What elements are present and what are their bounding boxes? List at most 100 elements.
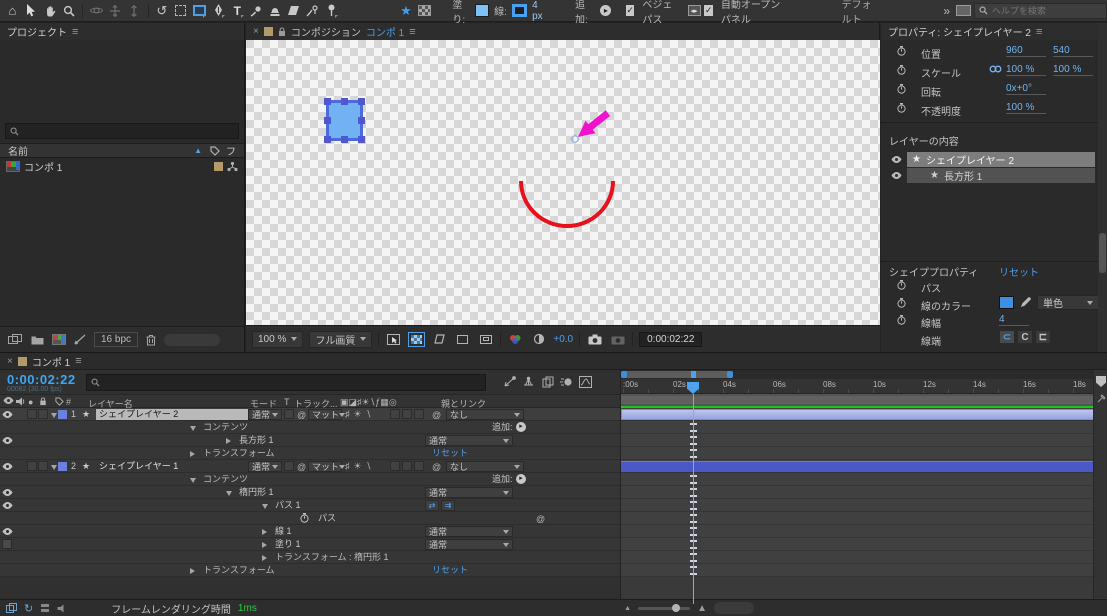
layer-label-color-chip[interactable] bbox=[58, 410, 67, 419]
blend-mode-select[interactable]: 通常 bbox=[425, 435, 513, 446]
resolution-select[interactable]: フル画質 bbox=[309, 330, 373, 348]
timeline-property-row[interactable]: コンテンツ 追加: ▸ bbox=[0, 421, 620, 434]
navigator-start-handle[interactable] bbox=[621, 371, 627, 378]
exposure-icon[interactable] bbox=[530, 332, 547, 347]
layer-contents-name[interactable]: 長方形 1 bbox=[944, 168, 982, 183]
expression-pickwhip-icon[interactable]: @ bbox=[536, 513, 545, 525]
switch-cell[interactable] bbox=[402, 409, 412, 419]
title-action-safe-icon[interactable] bbox=[477, 332, 494, 347]
composition-mini-flowchart-icon[interactable] bbox=[500, 374, 519, 390]
pan-camera-tool-icon[interactable] bbox=[107, 2, 124, 20]
properties-scrollbar[interactable] bbox=[1098, 23, 1107, 352]
path-direction-icon[interactable]: ⇉ bbox=[441, 500, 455, 511]
track-matte-select[interactable]: マット bbox=[308, 409, 346, 420]
label-color-chip[interactable] bbox=[214, 162, 223, 171]
panel-toggle-icon[interactable]: ◂▸ bbox=[686, 2, 703, 20]
type-column-label[interactable]: フ bbox=[226, 143, 236, 158]
puppet-pin-tool-icon[interactable] bbox=[323, 2, 340, 20]
draft-3d-icon[interactable] bbox=[519, 374, 538, 390]
timeline-zoom-slider[interactable] bbox=[638, 603, 691, 612]
navigator-cti-marker[interactable] bbox=[691, 371, 696, 378]
property-group-name[interactable]: トランスフォーム bbox=[203, 447, 275, 459]
timeline-graph-row[interactable] bbox=[621, 525, 1094, 538]
pan-behind-tool-icon[interactable] bbox=[172, 2, 189, 20]
stopwatch-icon[interactable] bbox=[897, 84, 906, 94]
auto-open-panel-checkbox[interactable]: ✓ bbox=[704, 5, 713, 16]
fill-color-swatch[interactable] bbox=[474, 4, 490, 17]
timeline-property-row[interactable]: パス @ bbox=[0, 512, 620, 525]
storage-status-icon[interactable] bbox=[40, 603, 50, 613]
tool-creates-shape-icon[interactable]: ★ bbox=[397, 2, 414, 20]
project-search-box[interactable] bbox=[5, 123, 239, 139]
help-search-input[interactable] bbox=[991, 5, 1102, 16]
viewer-tab-prefix[interactable]: コンポジション bbox=[291, 24, 361, 39]
stopwatch-icon[interactable] bbox=[300, 513, 309, 523]
layer-name[interactable]: シェイプレイヤー 1 bbox=[99, 460, 178, 472]
timeline-property-row[interactable]: パス 1 ⇄ ⇉ bbox=[0, 499, 620, 512]
switch-cell[interactable] bbox=[414, 409, 424, 419]
stopwatch-icon[interactable] bbox=[897, 65, 906, 75]
viewer-panel-menu-icon[interactable]: ≡ bbox=[409, 26, 415, 38]
work-area-bar[interactable] bbox=[621, 394, 1094, 408]
shape-group-name[interactable]: 楕円形 1 bbox=[239, 486, 274, 498]
add-menu-icon[interactable]: ▸ bbox=[597, 2, 614, 20]
blend-mode-select[interactable]: 通常 bbox=[248, 461, 282, 472]
parent-link-select[interactable]: なし bbox=[446, 409, 524, 420]
grid-guides-options-icon[interactable] bbox=[385, 332, 402, 347]
property-group-name[interactable]: コンテンツ bbox=[203, 421, 248, 433]
stroke-color-swatch[interactable] bbox=[511, 4, 528, 17]
timeline-property-row[interactable]: トランスフォーム リセット bbox=[0, 564, 620, 577]
reset-button[interactable]: リセット bbox=[432, 447, 468, 459]
cap-butt-button[interactable]: ⊂ bbox=[999, 330, 1015, 344]
viewer-timecode[interactable]: 0:00:02:22 bbox=[639, 331, 703, 347]
eye-icon[interactable] bbox=[2, 437, 13, 444]
switch-cell[interactable] bbox=[390, 461, 400, 471]
timeline-graph-row[interactable] bbox=[621, 512, 1094, 525]
stopwatch-icon[interactable] bbox=[897, 315, 906, 325]
shape-reset-button[interactable]: リセット bbox=[999, 264, 1039, 279]
rotation-tool-icon[interactable]: ↺ bbox=[153, 2, 170, 20]
switch-cell[interactable] bbox=[27, 461, 37, 471]
workspace-label[interactable]: デフォルト bbox=[841, 0, 879, 26]
blend-mode-select[interactable]: 通常 bbox=[248, 409, 282, 420]
sort-arrow-icon[interactable]: ▲ bbox=[194, 146, 202, 155]
zoom-in-mountain-icon[interactable]: ▲ bbox=[697, 603, 707, 614]
properties-panel-menu-icon[interactable]: ≡ bbox=[1036, 26, 1042, 38]
stopwatch-icon[interactable] bbox=[897, 280, 906, 290]
twirl-right-icon[interactable] bbox=[190, 451, 195, 457]
blend-mode-select[interactable]: 通常 bbox=[425, 526, 513, 537]
interpret-footage-icon[interactable] bbox=[8, 334, 23, 345]
twirl-down-icon[interactable] bbox=[190, 478, 196, 483]
new-folder-icon[interactable] bbox=[31, 335, 44, 345]
composition-canvas[interactable] bbox=[246, 40, 880, 325]
property-value[interactable]: 100 % bbox=[1053, 64, 1093, 76]
shape-group-name[interactable]: 線 1 bbox=[275, 525, 292, 537]
parent-pickwhip-icon[interactable]: @ bbox=[432, 409, 441, 421]
property-group-name[interactable]: トランスフォーム : 楕円形 1 bbox=[275, 551, 389, 563]
project-flowchart-icon[interactable] bbox=[74, 334, 86, 345]
property-group-name[interactable]: コンテンツ bbox=[203, 473, 248, 485]
link-icon[interactable] bbox=[989, 65, 1002, 73]
color-mode-select[interactable]: 単色 bbox=[1037, 295, 1099, 310]
snapshot-icon[interactable] bbox=[586, 332, 603, 347]
eye-icon[interactable] bbox=[2, 463, 13, 470]
twirl-right-icon[interactable] bbox=[190, 568, 195, 574]
timeline-search-box[interactable] bbox=[86, 373, 486, 391]
close-tab-icon[interactable]: × bbox=[253, 26, 259, 37]
stroke-width-value[interactable]: 4 bbox=[999, 314, 1029, 326]
stopwatch-icon[interactable] bbox=[897, 103, 906, 113]
property-name[interactable]: パス bbox=[318, 512, 336, 524]
help-search-box[interactable] bbox=[973, 2, 1107, 19]
layer-switches[interactable]: ♯☀∖ bbox=[345, 408, 375, 420]
eye-icon[interactable] bbox=[2, 502, 13, 509]
property-group-name[interactable]: トランスフォーム bbox=[203, 564, 275, 576]
scrollbar-thumb[interactable] bbox=[1099, 233, 1106, 273]
stroke-width-value[interactable]: 4 px bbox=[532, 0, 546, 22]
timeline-graph-row[interactable] bbox=[621, 499, 1094, 512]
property-value[interactable]: 0x+0° bbox=[1006, 83, 1046, 95]
layer-switches[interactable]: ♯☀∖ bbox=[345, 460, 375, 472]
motion-blur-icon[interactable] bbox=[557, 374, 576, 390]
timeline-property-row[interactable]: 線 1 通常 bbox=[0, 525, 620, 538]
timeline-graph-row[interactable] bbox=[621, 473, 1094, 486]
path-direction-icon[interactable]: ⇄ bbox=[425, 500, 439, 511]
